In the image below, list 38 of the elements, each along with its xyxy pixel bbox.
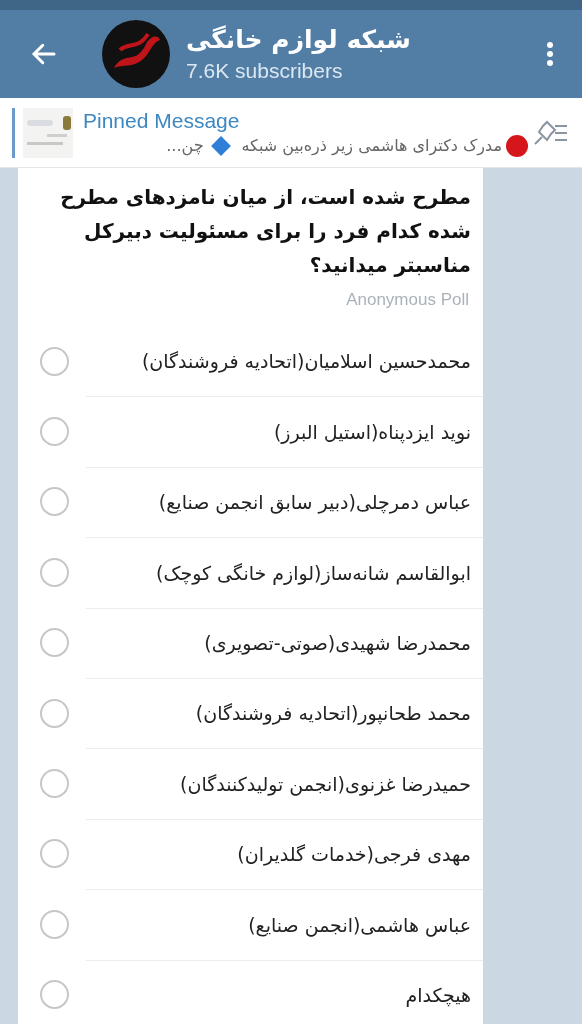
poll-option[interactable]: حمیدرضا غزنوی(انجمن تولیدکنندگان) [18,748,483,819]
poll-option[interactable]: عباس هاشمی(انجمن صنایع) [18,889,483,960]
option-label: ابوالقاسم شانه‌ساز(لوازم خانگی کوچک) [156,560,471,587]
poll-option[interactable]: محمد طحانپور(اتحادیه فروشندگان) [18,677,483,749]
option-label: محمد طحانپور(اتحادیه فروشندگان) [195,701,471,727]
radio-button[interactable] [40,980,69,1010]
option-label: عباس هاشمی(انجمن صنایع) [248,912,471,939]
option-label: عباس دمرچلی(دبیر سابق انجمن صنایع) [158,490,471,516]
poll-option[interactable]: محمدحسین اسلامیان(اتحادیه فروشندگان) [18,326,483,397]
poll-option[interactable]: عباس دمرچلی(دبیر سابق انجمن صنایع) [18,466,483,538]
poll-option[interactable]: نوید ایزدپناه(استیل البرز) [18,396,483,467]
radio-button[interactable] [40,557,69,587]
radio-button[interactable] [40,487,69,517]
radio-button[interactable] [40,346,69,376]
poll-question: مطرح شده است، از میان نامزدهای مطرح شده کدام فرد را برای مسئولیت دبیرکل مناسبتر میدانید؟ [59,184,471,279]
pinned-label: Pinned Message [83,108,241,134]
option-label: مهدی فرجی(خدمات گلدیران) [237,842,471,868]
more-icon [546,41,554,67]
option-label: محمدحسین اسلامیان(اتحادیه فروشندگان) [141,348,471,375]
poll-option[interactable]: هیچکدام [18,959,483,1024]
option-label: محمدرضا شهیدی(صوتی-تصویری) [204,631,471,657]
radio-button[interactable] [40,839,69,869]
pinned-text: چن... [166,135,204,158]
radio-button[interactable] [40,909,69,939]
subscriber-count: 7.6K subscribers [186,58,344,84]
pinned-text: مدرک دکترای هاشمی زیر ذره‌بین شبکه [241,135,502,158]
channel-title: شبکه لوازم خانگی [186,24,412,56]
option-label: هیچکدام [405,982,471,1009]
poll-option[interactable]: مهدی فرجی(خدمات گلدیران) [18,818,483,890]
option-label: نوید ایزدپناه(استیل البرز) [273,419,471,446]
radio-button[interactable] [40,417,69,447]
radio-button[interactable] [40,628,69,658]
option-label: حمیدرضا غزنوی(انجمن تولیدکنندگان) [180,771,471,798]
poll-type-label: Anonymous Poll [346,289,469,311]
radio-button[interactable] [40,698,69,728]
poll-option[interactable]: محمدرضا شهیدی(صوتی-تصویری) [18,607,483,678]
radio-button[interactable] [40,769,69,799]
poll-option[interactable]: ابوالقاسم شانه‌ساز(لوازم خانگی کوچک) [18,537,483,608]
